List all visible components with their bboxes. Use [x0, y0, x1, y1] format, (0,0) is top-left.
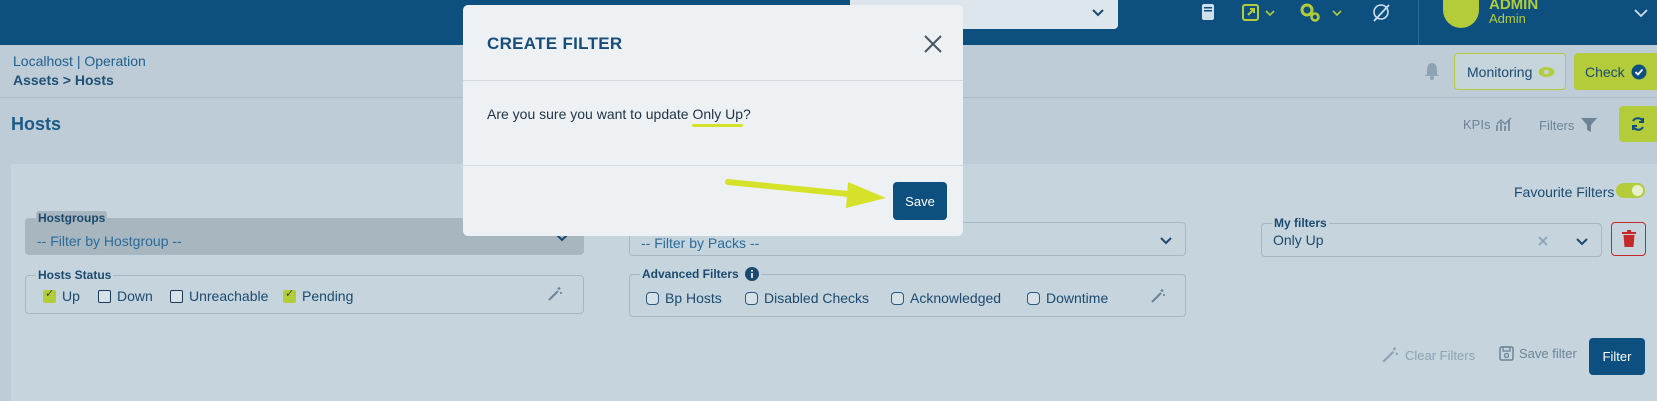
- magic-wand-icon: [1382, 347, 1398, 363]
- status-pending-checkbox[interactable]: Pending: [283, 287, 354, 304]
- checkbox-box[interactable]: [43, 287, 56, 303]
- chart-icon: [1496, 117, 1512, 131]
- trash-icon: [1621, 230, 1636, 247]
- filters-toggle-button[interactable]: Filters: [1539, 117, 1598, 133]
- checkbox-label: Disabled Checks: [764, 290, 870, 306]
- advanced-filters-legend-text: Advanced Filters: [642, 267, 739, 281]
- checkbox-box[interactable]: [170, 289, 183, 303]
- kpis-label: KPIs: [1463, 117, 1491, 132]
- save-filter-button[interactable]: Save filter: [1499, 346, 1577, 361]
- breadcrumb: Localhost | Operation Assets > Hosts: [13, 52, 146, 90]
- check-label: Check: [1585, 63, 1625, 80]
- checkbox-label: Acknowledged: [910, 290, 1002, 306]
- checkbox-label: Up: [62, 288, 80, 304]
- refresh-button[interactable]: [1619, 106, 1657, 142]
- checkbox-label: Down: [117, 288, 153, 304]
- checkbox-box[interactable]: [1027, 291, 1040, 305]
- chevron-down-icon[interactable]: [1575, 234, 1589, 248]
- checkbox-box[interactable]: [745, 291, 758, 305]
- save-filter-label: Save filter: [1519, 346, 1577, 361]
- status-down-checkbox[interactable]: Down: [98, 288, 153, 304]
- magic-wand-icon[interactable]: [1150, 288, 1166, 304]
- book-icon[interactable]: [1197, 2, 1219, 24]
- advanced-disabled-checks-checkbox[interactable]: Disabled Checks: [745, 290, 869, 306]
- modal-message-prefix: Are you sure you want to update: [487, 106, 693, 122]
- funnel-icon: [1581, 118, 1598, 132]
- delete-filter-button[interactable]: [1611, 222, 1646, 256]
- topbar-divider: [1418, 0, 1419, 45]
- floppy-disk-icon: [1499, 346, 1514, 361]
- page-title: Hosts: [11, 114, 62, 134]
- chevron-down-icon[interactable]: [1331, 2, 1343, 24]
- modal-title: CREATE FILTER: [487, 34, 623, 53]
- modal-divider: [463, 80, 963, 81]
- annotation-arrow-icon: [725, 179, 886, 208]
- favourite-filters-toggle[interactable]: [1616, 183, 1645, 198]
- clear-filters-label: Clear Filters: [1405, 347, 1476, 363]
- no-signal-icon[interactable]: [1370, 2, 1392, 24]
- monitoring-label: Monitoring: [1467, 63, 1533, 80]
- checkbox-label: Pending: [302, 288, 354, 304]
- status-up-checkbox[interactable]: Up: [43, 287, 80, 304]
- checkbox-label: Bp Hosts: [665, 290, 722, 306]
- checkbox-box[interactable]: [891, 291, 904, 305]
- favourite-filters-label: Favourite Filters: [1514, 184, 1615, 200]
- hosts-status-legend: Hosts Status: [36, 268, 114, 282]
- hostgroups-legend: Hostgroups: [36, 211, 108, 225]
- kpis-button[interactable]: KPIs: [1463, 117, 1513, 132]
- info-icon[interactable]: [744, 267, 759, 281]
- advanced-bp-hosts-checkbox[interactable]: Bp Hosts: [646, 290, 722, 306]
- filter-button[interactable]: Filter: [1589, 338, 1645, 375]
- avatar[interactable]: [1443, 0, 1479, 28]
- modal-message-suffix: ?: [743, 106, 751, 122]
- checkbox-label: Downtime: [1046, 290, 1109, 306]
- bell-icon[interactable]: [1422, 61, 1442, 81]
- packs-placeholder: -- Filter by Packs --: [641, 235, 760, 251]
- chevron-down-icon: [1092, 9, 1104, 17]
- advanced-downtime-checkbox[interactable]: Downtime: [1027, 290, 1108, 306]
- check-circle-icon: [1631, 64, 1647, 79]
- modal-divider: [463, 165, 963, 166]
- modal-message: Are you sure you want to update Only Up?: [487, 106, 751, 122]
- hostgroups-placeholder: -- Filter by Hostgroup --: [37, 233, 182, 249]
- check-button[interactable]: Check: [1574, 53, 1657, 90]
- my-filters-value: Only Up: [1273, 232, 1324, 248]
- clear-filters-button[interactable]: Clear Filters: [1381, 346, 1475, 364]
- magic-wand-icon[interactable]: [547, 286, 563, 302]
- breadcrumb-path[interactable]: Assets > Hosts: [13, 71, 146, 90]
- checkbox-label: Unreachable: [189, 288, 269, 304]
- status-unreachable-checkbox[interactable]: Unreachable: [170, 288, 268, 304]
- advanced-acknowledged-checkbox[interactable]: Acknowledged: [891, 290, 1001, 306]
- external-link-icon[interactable]: [1240, 2, 1262, 24]
- user-role: Admin: [1489, 11, 1526, 26]
- refresh-icon: [1632, 117, 1644, 131]
- chevron-down-icon[interactable]: [1264, 2, 1276, 24]
- gears-icon[interactable]: [1299, 2, 1321, 24]
- my-filters-select[interactable]: My filters Only Up: [1261, 216, 1602, 257]
- save-button[interactable]: Save: [893, 182, 947, 220]
- filters-label: Filters: [1539, 117, 1575, 133]
- checkbox-box[interactable]: [283, 287, 296, 303]
- chevron-down-icon[interactable]: [1632, 4, 1650, 22]
- chevron-down-icon: [1160, 237, 1172, 245]
- clear-icon[interactable]: [1536, 234, 1550, 248]
- advanced-filters-legend: Advanced Filters: [640, 267, 761, 281]
- my-filters-legend: My filters: [1272, 216, 1329, 230]
- close-icon[interactable]: [922, 33, 944, 55]
- breadcrumb-context[interactable]: Localhost | Operation: [13, 52, 146, 71]
- modal-message-filter-name: Only Up: [692, 106, 744, 122]
- checkbox-box[interactable]: [98, 289, 111, 303]
- checkbox-box[interactable]: [646, 291, 659, 305]
- monitoring-button[interactable]: Monitoring: [1454, 53, 1566, 90]
- eye-icon: [1538, 66, 1555, 77]
